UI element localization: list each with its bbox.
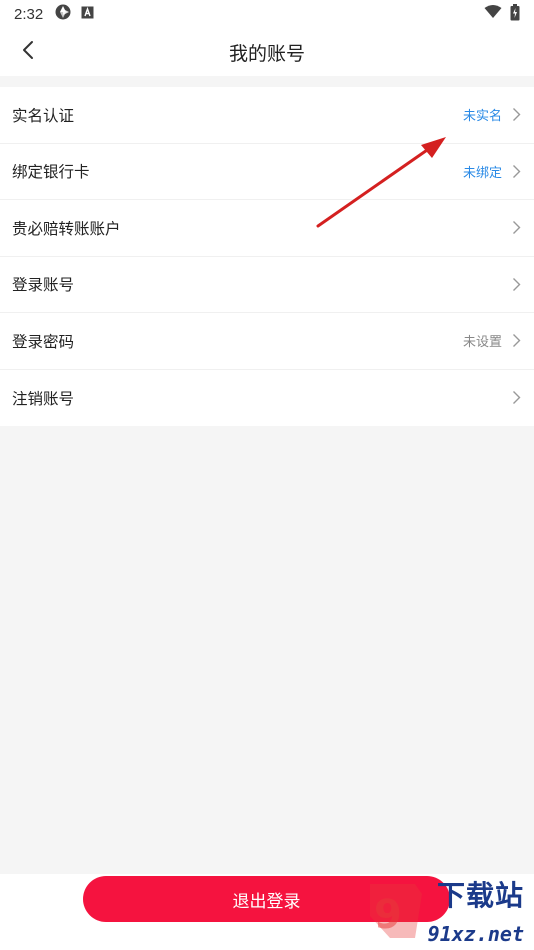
- menu-item-label: 登录账号: [12, 276, 75, 295]
- status-left-icons: [55, 4, 94, 24]
- watermark-logo: 9: [370, 884, 422, 938]
- chevron-right-icon: [512, 390, 522, 406]
- password-status: 未设置: [462, 335, 502, 351]
- menu-item-transfer-account[interactable]: 贵必赔转账账户: [0, 200, 534, 257]
- menu-item-label: 绑定银行卡: [12, 163, 90, 182]
- wifi-icon: [484, 5, 502, 23]
- status-bar: 2:32: [0, 0, 534, 28]
- menu-item-real-name-verification[interactable]: 实名认证 未实名: [0, 87, 534, 144]
- status-right-icons: [484, 3, 520, 25]
- watermark-top-text: 下载站: [436, 879, 524, 912]
- chevron-right-icon: [512, 107, 522, 123]
- menu-item-label: 实名认证: [12, 106, 75, 125]
- status-time: 2:32: [14, 5, 44, 23]
- menu-item-label: 登录密码: [12, 332, 75, 351]
- battery-icon: [510, 3, 520, 25]
- font-a-icon: [81, 6, 94, 23]
- menu-item-delete-account[interactable]: 注销账号: [0, 370, 534, 427]
- page-title: 我的账号: [228, 42, 305, 65]
- verification-status: 未实名: [462, 109, 502, 125]
- chevron-right-icon: [512, 276, 522, 292]
- bank-card-status: 未绑定: [462, 165, 502, 181]
- menu-item-bind-bank-card[interactable]: 绑定银行卡 未绑定: [0, 144, 534, 200]
- menu-item-login-password[interactable]: 登录密码 未设置: [0, 313, 534, 370]
- chevron-right-icon: [512, 163, 522, 179]
- menu-item-login-account[interactable]: 登录账号: [0, 257, 534, 313]
- account-menu-list: 实名认证 未实名 绑定银行卡 未绑定 贵必赔转账账户 登录账号 登录密码 未设置…: [0, 87, 534, 426]
- chevron-right-icon: [512, 220, 522, 236]
- svg-text:9: 9: [374, 892, 402, 938]
- menu-item-label: 注销账号: [12, 389, 75, 408]
- back-chevron-icon: [22, 40, 34, 64]
- chevron-right-icon: [512, 333, 522, 349]
- aperture-icon: [55, 4, 71, 24]
- back-button[interactable]: [14, 38, 42, 66]
- watermark: 9 下载站 91xz.net: [360, 872, 530, 948]
- app-header: 我的账号: [0, 28, 534, 76]
- watermark-bottom-text: 91xz.net: [427, 922, 524, 946]
- menu-item-label: 贵必赔转账账户: [12, 219, 121, 238]
